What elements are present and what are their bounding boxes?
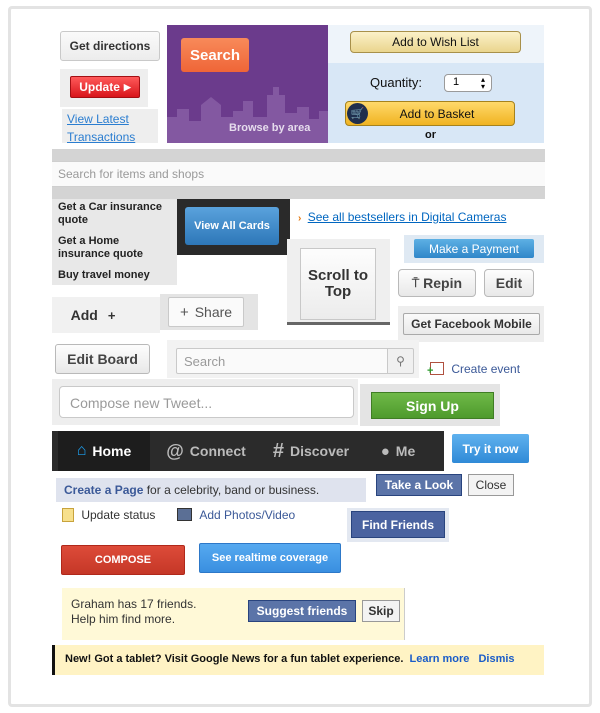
friend-count-text: Graham has 17 friends.: [71, 597, 197, 611]
nav-item-connect[interactable]: @ Connect: [158, 431, 254, 471]
shop-search-input[interactable]: Search for items and shops: [52, 161, 545, 187]
search-submit-button[interactable]: ⚲: [387, 348, 414, 374]
friend-prompt-text: Graham has 17 friends. Help him find mor…: [71, 597, 196, 627]
search-button[interactable]: Search: [181, 38, 249, 72]
hash-icon: #: [272, 439, 284, 462]
photo-icon: [177, 508, 192, 521]
calendar-add-icon: +: [427, 362, 444, 377]
or-label: or: [425, 129, 436, 141]
repin-button[interactable]: ⍑ Repin: [398, 269, 476, 297]
see-realtime-coverage-button[interactable]: See realtime coverage: [199, 543, 341, 573]
sign-up-button[interactable]: Sign Up: [371, 392, 494, 419]
get-directions-button[interactable]: Get directions: [60, 31, 160, 61]
note-icon: [62, 508, 74, 522]
view-all-cards-button[interactable]: View All Cards: [185, 207, 279, 245]
news-banner: New! Got a tablet? Visit Google News for…: [52, 645, 544, 675]
edit-board-button[interactable]: Edit Board: [55, 344, 150, 374]
get-directions-label: Get directions: [69, 39, 151, 53]
nav-item-discover[interactable]: # Discover: [262, 431, 360, 471]
learn-more-link[interactable]: Learn more: [409, 653, 469, 665]
nav-item-home[interactable]: ⌂ Home: [58, 431, 150, 471]
person-icon: ●: [380, 442, 390, 460]
update-status-link[interactable]: Update status: [62, 508, 155, 522]
friend-help-text: Help him find more.: [71, 612, 176, 626]
add-button[interactable]: Add +: [56, 300, 130, 330]
browse-banner: Search Browse by area: [167, 25, 328, 143]
quantity-label: Quantity:: [370, 75, 423, 90]
share-button[interactable]: + Share: [168, 297, 244, 327]
suggest-friends-button[interactable]: Suggest friends: [248, 600, 356, 622]
insurance-menu-item-car[interactable]: Get a Car insurance quote: [58, 201, 176, 227]
take-a-look-button[interactable]: Take a Look: [376, 474, 462, 496]
arrow-right-icon: ▶: [123, 81, 131, 92]
magnifier-icon: ⚲: [396, 354, 405, 368]
chevron-right-icon: ›: [298, 213, 302, 224]
news-banner-text: New! Got a tablet? Visit Google News for…: [65, 653, 404, 665]
create-event-link[interactable]: + Create event: [427, 362, 520, 377]
stepper-arrows-icon: ▴ ▾: [480, 75, 485, 91]
add-to-basket-button[interactable]: 🛒 Add to Basket: [345, 101, 515, 126]
house-icon: ⌂: [76, 442, 87, 459]
quantity-select[interactable]: 1 ▴ ▾: [444, 74, 492, 92]
skip-button[interactable]: Skip: [362, 600, 400, 622]
browse-by-area-label: Browse by area: [229, 122, 311, 134]
update-button[interactable]: Update ▶: [70, 76, 140, 98]
try-it-now-button[interactable]: Try it now: [452, 434, 529, 463]
add-photos-link[interactable]: Add Photos/Video: [177, 508, 295, 522]
pin-icon: ⍑: [411, 275, 420, 290]
at-icon: @: [166, 440, 184, 461]
create-page-bar: Create a Page for a celebrity, band or b…: [56, 478, 366, 502]
plus-icon: +: [107, 307, 116, 323]
make-a-payment-button[interactable]: Make a Payment: [414, 239, 534, 258]
compose-button[interactable]: COMPOSE: [61, 545, 185, 575]
get-facebook-mobile-button[interactable]: Get Facebook Mobile: [403, 313, 540, 335]
bestsellers-link[interactable]: › See all bestsellers in Digital Cameras: [298, 210, 506, 224]
create-page-text: for a celebrity, band or business.: [143, 483, 320, 497]
view-latest-transactions-link[interactable]: View Latest Transactions: [62, 109, 158, 144]
compose-tweet-input[interactable]: Compose new Tweet...: [59, 386, 354, 418]
create-page-link[interactable]: Create a Page: [64, 483, 143, 497]
search-input[interactable]: Search: [176, 348, 388, 374]
insurance-menu-item-travel[interactable]: Buy travel money: [58, 269, 176, 281]
edit-button[interactable]: Edit: [484, 269, 534, 297]
basket-icon: 🛒: [347, 103, 368, 124]
update-label: Update: [79, 80, 120, 94]
find-friends-button[interactable]: Find Friends: [351, 511, 445, 538]
dismiss-link[interactable]: Dismis: [478, 653, 514, 665]
nav-item-me[interactable]: ● Me: [366, 431, 430, 471]
close-button[interactable]: Close: [468, 474, 514, 496]
add-to-wish-list-button[interactable]: Add to Wish List: [350, 31, 521, 53]
plus-icon: +: [179, 303, 189, 321]
insurance-menu-item-home[interactable]: Get a Home insurance quote: [58, 235, 168, 261]
scroll-to-top-button[interactable]: Scroll to Top: [300, 248, 376, 320]
